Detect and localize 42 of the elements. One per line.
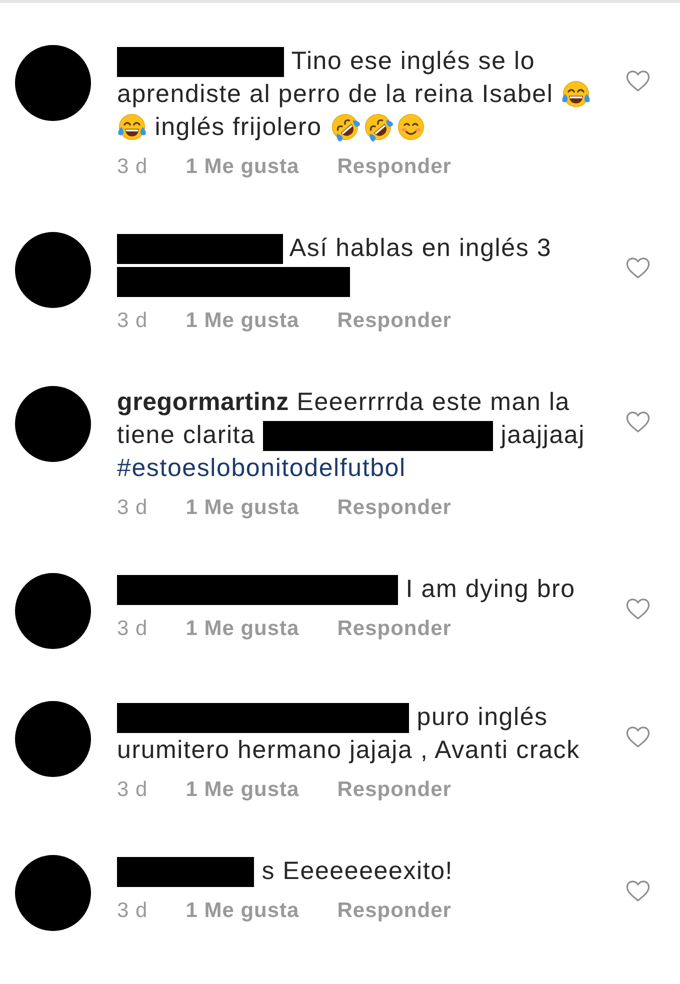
likes-link[interactable]: 1 Me gusta (186, 154, 300, 180)
comment-text: I am dying bro (406, 575, 576, 603)
comment-time: 3 d (117, 495, 148, 521)
comment-time: 3 d (117, 616, 148, 642)
comment-time: 3 d (117, 898, 148, 924)
heart-icon[interactable] (626, 598, 650, 620)
comment-text: urumitero hermano jajaja , Avanti crack (117, 736, 580, 764)
heart-icon[interactable] (626, 70, 650, 92)
comment-text: puro inglés (416, 703, 548, 731)
reply-button[interactable]: Responder (337, 495, 452, 521)
comment-text: Así hablas en inglés 3 (289, 234, 552, 262)
likes-link[interactable]: 1 Me gusta (186, 616, 300, 642)
reply-button[interactable]: Responder (337, 154, 452, 180)
comment-time: 3 d (117, 777, 148, 803)
heart-icon[interactable] (626, 880, 650, 902)
heart-icon[interactable] (626, 257, 650, 279)
tears-of-joy-icon (560, 79, 591, 109)
reply-button[interactable]: Responder (337, 616, 452, 642)
reply-button[interactable]: Responder (337, 777, 452, 803)
likes-link[interactable]: 1 Me gusta (186, 898, 300, 924)
comment-text: Tino ese inglés se lo (291, 47, 536, 75)
likes-link[interactable]: 1 Me gusta (186, 777, 300, 803)
heart-icon[interactable] (626, 411, 650, 433)
reply-button[interactable]: Responder (337, 308, 452, 334)
rolling-laughing-icon (362, 112, 393, 142)
likes-link[interactable]: 1 Me gusta (186, 495, 300, 521)
comment-text: Eeeerrrrda este man la (296, 388, 570, 416)
heart-icon[interactable] (626, 726, 650, 748)
comment-text: s Eeeeeeeexito! (262, 857, 454, 885)
rolling-laughing-icon (330, 112, 360, 142)
reply-button[interactable]: Responder (337, 898, 452, 924)
comment-text: aprendiste al perro de la reina Isabel (117, 80, 554, 108)
tears-of-joy-icon (117, 112, 147, 142)
likes-link[interactable]: 1 Me gusta (186, 308, 300, 334)
comment-text: jaajjaaj (500, 421, 585, 449)
comment-time: 3 d (117, 308, 148, 334)
hashtag-link[interactable]: #estoeslobonitodelfutbol (117, 454, 406, 482)
comment-text: tiene clarita (117, 421, 256, 449)
smiling-face-icon (396, 112, 426, 142)
comment-text: inglés frijolero (154, 113, 322, 141)
username[interactable]: gregormartinz (117, 388, 289, 416)
comment-time: 3 d (117, 154, 148, 180)
